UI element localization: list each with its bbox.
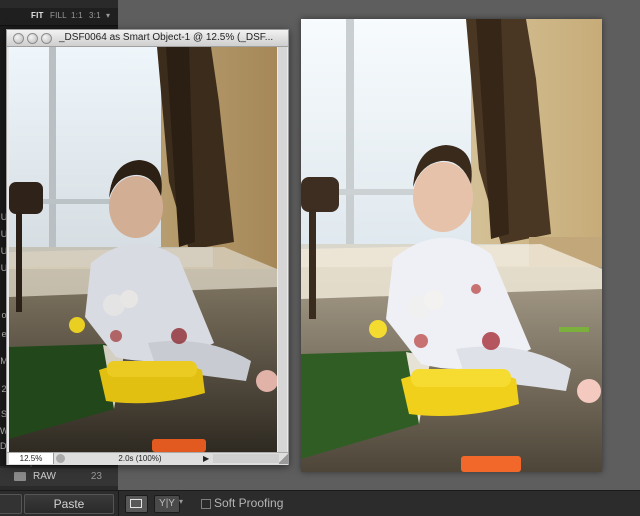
document-info: 2.0s (100%) xyxy=(118,454,162,463)
folder-count: 23 xyxy=(90,471,102,482)
window-titlebar[interactable]: _DSF0064 as Smart Object-1 @ 12.5% (_DSF… xyxy=(7,30,288,47)
vertical-scrollbar[interactable] xyxy=(278,47,287,452)
window-title: _DSF0064 as Smart Object-1 @ 12.5% (_DSF… xyxy=(59,32,274,43)
photoshop-canvas[interactable] xyxy=(9,47,277,452)
loupe-view-button[interactable] xyxy=(125,495,148,513)
chevron-down-icon[interactable]: ▾ xyxy=(179,497,183,506)
horizontal-scrollbar[interactable] xyxy=(213,454,279,463)
bottom-toolbar: Paste Y|Y ▾ Soft Proofing xyxy=(0,490,640,516)
zoom-fill-option[interactable]: FILL xyxy=(50,11,67,20)
zoom-3to1-option[interactable]: 3:1 xyxy=(89,11,101,20)
soft-proofing-checkbox[interactable] xyxy=(201,499,211,509)
before-after-button[interactable]: Y|Y xyxy=(154,495,180,513)
photo-illustration xyxy=(9,47,277,452)
minimize-window-icon[interactable] xyxy=(27,33,38,44)
zoom-fit-option[interactable]: FIT xyxy=(31,11,44,20)
navigator-header: FIT FILL 1:1 3:1 ▾ xyxy=(0,8,118,26)
paste-button[interactable]: Paste xyxy=(24,494,114,514)
folder-icon xyxy=(14,472,26,481)
folder-row[interactable]: RAW 23 xyxy=(0,468,118,486)
soft-proofing-label[interactable]: Soft Proofing xyxy=(214,496,283,510)
view-options-icon[interactable] xyxy=(56,454,65,463)
photoshop-document-window[interactable]: _DSF0064 as Smart Object-1 @ 12.5% (_DSF… xyxy=(6,29,289,465)
photo-illustration xyxy=(301,19,602,472)
zoom-1to1-option[interactable]: 1:1 xyxy=(71,11,83,20)
sync-button[interactable] xyxy=(0,494,22,514)
chevron-down-icon[interactable]: ▾ xyxy=(106,11,110,20)
close-window-icon[interactable] xyxy=(13,33,24,44)
divider xyxy=(118,491,119,516)
zoom-window-icon[interactable] xyxy=(41,33,52,44)
lightroom-photo[interactable] xyxy=(301,19,602,472)
document-status-bar: 12.5% 2.0s (100%) ▶ xyxy=(7,452,288,465)
info-menu-arrow-icon[interactable]: ▶ xyxy=(203,453,209,464)
zoom-level-field[interactable]: 12.5% xyxy=(9,453,54,464)
resize-grip-icon[interactable] xyxy=(279,453,288,464)
folder-name: RAW xyxy=(33,471,56,482)
loupe-view-icon xyxy=(130,499,142,508)
